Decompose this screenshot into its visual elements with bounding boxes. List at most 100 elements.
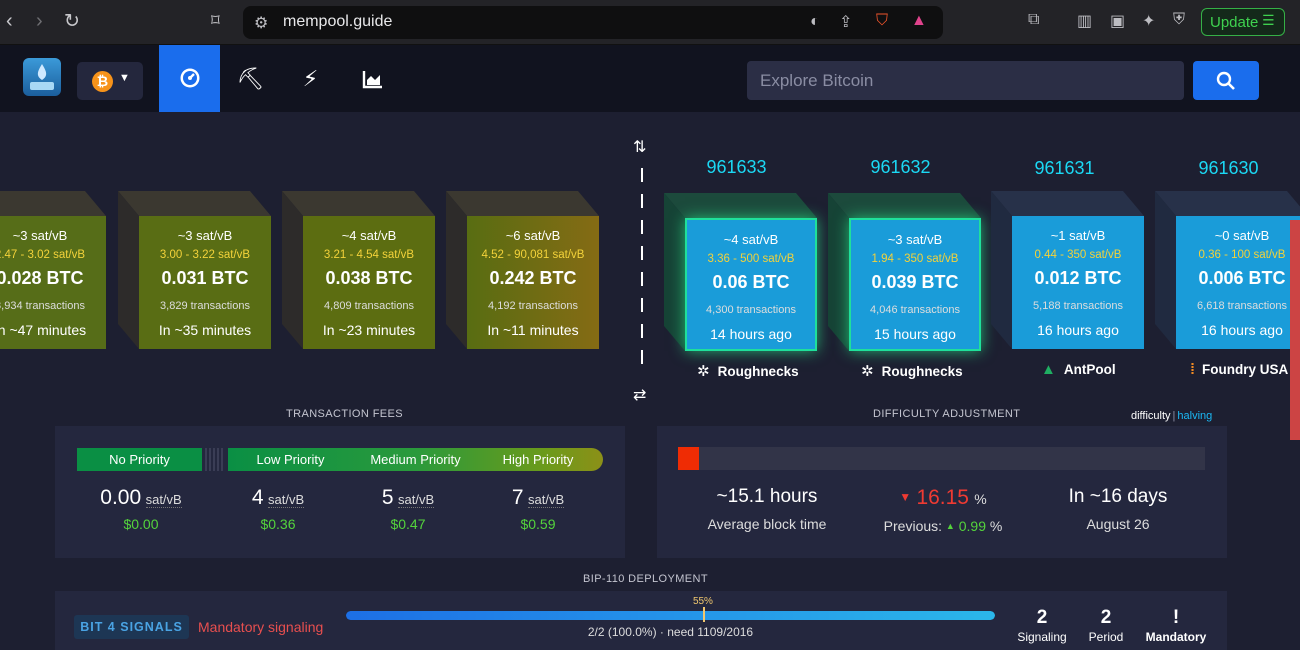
mining-pool[interactable]: ▲ AntPool xyxy=(1041,361,1116,378)
forward-icon[interactable]: › xyxy=(36,10,43,33)
difficulty-progress-fill xyxy=(678,447,700,470)
bip-panel: BIT 4 SIGNALS Mandatory signaling 55% 2/… xyxy=(55,591,1227,650)
toggle-halving[interactable]: halving xyxy=(1177,410,1212,422)
bip-status: Mandatory signaling xyxy=(198,619,324,635)
mining-pool[interactable]: ✲ Roughnecks xyxy=(697,362,799,380)
mempool-divider xyxy=(641,168,643,373)
block-height[interactable]: 961630 xyxy=(1152,158,1300,179)
search-placeholder: Explore Bitcoin xyxy=(760,71,874,90)
bip-title: BIP-110 DEPLOYMENT xyxy=(583,573,708,585)
projected-block[interactable]: ~4 sat/vB 3.21 - 4.54 sat/vB 0.038 BTC 4… xyxy=(282,191,435,349)
block-tx-count: 3,934 transactions xyxy=(0,300,85,312)
mined-block[interactable]: ~4 sat/vB 3.36 - 500 sat/vB 0.06 BTC 4,3… xyxy=(664,193,817,351)
fee-unit: sat/vB xyxy=(528,492,565,508)
gauge-icon xyxy=(180,68,199,88)
difficulty-change: ▼ 16.15 % Previous: ▲ 0.99 % xyxy=(853,486,1033,534)
next-adjustment-date: August 26 xyxy=(1086,516,1150,532)
leo-ai-icon[interactable]: ✦ xyxy=(1142,11,1155,31)
wallet-icon[interactable]: ▣ xyxy=(1110,11,1125,31)
update-button[interactable]: Update ☰ xyxy=(1201,8,1285,36)
roughnecks-icon: ✲ xyxy=(697,363,710,380)
reload-icon[interactable]: ↻ xyxy=(64,10,80,33)
bookmark-icon[interactable]: ⌑ xyxy=(211,11,220,31)
block-fee: ~3 sat/vB xyxy=(887,232,943,247)
vpn-icon[interactable]: ⛨ xyxy=(1173,11,1185,29)
brave-shield-icon[interactable]: ⛉ xyxy=(876,12,888,30)
swap-horizontal-icon[interactable]: ⇄ xyxy=(633,385,646,405)
mempool-logo[interactable] xyxy=(23,58,61,96)
bip-progress-fill xyxy=(346,611,995,620)
back-icon[interactable]: ‹ xyxy=(6,10,13,33)
fee-high-priority: 7 sat/vB $0.59 xyxy=(483,486,593,532)
block-age: 15 hours ago xyxy=(874,326,956,342)
difficulty-halving-toggle[interactable]: difficulty | halving xyxy=(1131,410,1212,422)
antpool-icon: ▲ xyxy=(1041,361,1056,378)
block-height[interactable]: 961632 xyxy=(824,157,977,178)
projected-block[interactable]: ~3 sat/vB 3.00 - 3.22 sat/vB 0.031 BTC 3… xyxy=(118,191,271,349)
drop-icon xyxy=(30,64,54,90)
tab-dashboard[interactable] xyxy=(159,45,220,112)
block-fee: ~1 sat/vB xyxy=(1050,228,1106,243)
block-tx-count: 3,829 transactions xyxy=(160,300,250,312)
mined-block[interactable]: ~0 sat/vB 0.36 - 100 sat/vB 0.006 BTC 6,… xyxy=(1155,191,1300,349)
stat-label: Mandatory xyxy=(1145,630,1207,644)
tab-search-icon[interactable]: ⧉ xyxy=(1028,11,1039,29)
mining-pool[interactable]: ✲ Roughnecks xyxy=(861,362,963,380)
search-input[interactable]: Explore Bitcoin xyxy=(747,61,1184,100)
tab-lightning[interactable]: ⚡ xyxy=(280,45,341,112)
block-eta: In ~23 minutes xyxy=(322,322,416,338)
fee-no-priority: 0.00 sat/vB $0.00 xyxy=(86,486,196,532)
site-settings-icon[interactable]: ⚙ xyxy=(254,13,268,33)
block-amount: 0.006 BTC xyxy=(1198,268,1286,288)
bip-note: 2/2 (100.0%) · need 1109/2016 xyxy=(587,625,754,639)
fee-usd: $0.59 xyxy=(520,516,556,532)
url-text: mempool.guide xyxy=(283,13,393,30)
mined-block[interactable]: ~3 sat/vB 1.94 - 350 sat/vB 0.039 BTC 4,… xyxy=(828,193,981,351)
block-height[interactable]: 961631 xyxy=(988,158,1141,179)
block-fee: ~4 sat/vB xyxy=(341,228,397,243)
search-button[interactable] xyxy=(1193,61,1259,100)
projected-block[interactable]: ~6 sat/vB 4.52 - 90,081 sat/vB 0.242 BTC… xyxy=(446,191,599,349)
swap-vertical-icon[interactable]: ⇅ xyxy=(633,137,646,157)
block-fee: ~3 sat/vB xyxy=(177,228,233,243)
caret-up-icon: ▲ xyxy=(945,521,955,531)
block-amount: 0.06 BTC xyxy=(712,272,790,292)
projected-block[interactable]: ~3 sat/vB 2.47 - 3.02 sat/vB 0.028 BTC 3… xyxy=(0,191,106,349)
block-fee-range: 0.44 - 350 sat/vB xyxy=(1034,249,1122,261)
fees-title: TRANSACTION FEES xyxy=(286,408,404,420)
block-amount: 0.038 BTC xyxy=(325,268,413,288)
reader-icon[interactable]: ◐ xyxy=(810,13,820,31)
tab-graphs[interactable] xyxy=(342,45,403,112)
block-fee: ~6 sat/vB xyxy=(505,228,561,243)
next-adjustment-eta: In ~16 days xyxy=(1068,486,1168,507)
menu-icon: ☰ xyxy=(1262,12,1275,28)
bip-threshold-marker xyxy=(702,607,705,622)
toggle-separator: | xyxy=(1172,410,1176,422)
block-amount: 0.012 BTC xyxy=(1034,268,1122,288)
bip-threshold-label: 55% xyxy=(692,596,713,607)
foundry-icon: ⁞ xyxy=(1190,361,1195,378)
page-edge-background xyxy=(1290,220,1300,440)
tab-mining[interactable]: ⛏ xyxy=(220,45,281,112)
toggle-difficulty[interactable]: difficulty xyxy=(1131,410,1171,422)
block-tx-count: 4,192 transactions xyxy=(488,300,578,312)
chevron-down-icon: ▼ xyxy=(119,72,130,84)
share-icon[interactable]: ⇪ xyxy=(839,12,852,32)
mined-block[interactable]: ~1 sat/vB 0.44 - 350 sat/vB 0.012 BTC 5,… xyxy=(991,191,1144,349)
sidebar-icon[interactable]: ▥ xyxy=(1077,11,1092,31)
fee-label-high-priority: High Priority xyxy=(502,452,574,467)
network-selector[interactable]: ₿ ▼ xyxy=(77,62,143,100)
bip-progress-track xyxy=(346,611,995,620)
address-bar[interactable]: ⚙ mempool.guide ◐ ⇪ ⛉ ▲ xyxy=(243,6,943,39)
block-height[interactable]: 961633 xyxy=(660,157,813,178)
fee-value: 4 xyxy=(251,486,264,509)
block-fee-range: 3.00 - 3.22 sat/vB xyxy=(159,249,251,261)
fee-label-low-priority: Low Priority xyxy=(256,452,325,467)
stat-value: ! xyxy=(1172,607,1180,628)
fee-value: 5 xyxy=(381,486,394,509)
bit4-badge: BIT 4 SIGNALS xyxy=(74,615,189,639)
brave-rewards-icon[interactable]: ▲ xyxy=(911,12,927,30)
block-tx-count: 4,300 transactions xyxy=(706,304,796,316)
fee-usd: $0.36 xyxy=(260,516,296,532)
mining-pool[interactable]: ⁞ Foundry USA xyxy=(1190,361,1300,378)
